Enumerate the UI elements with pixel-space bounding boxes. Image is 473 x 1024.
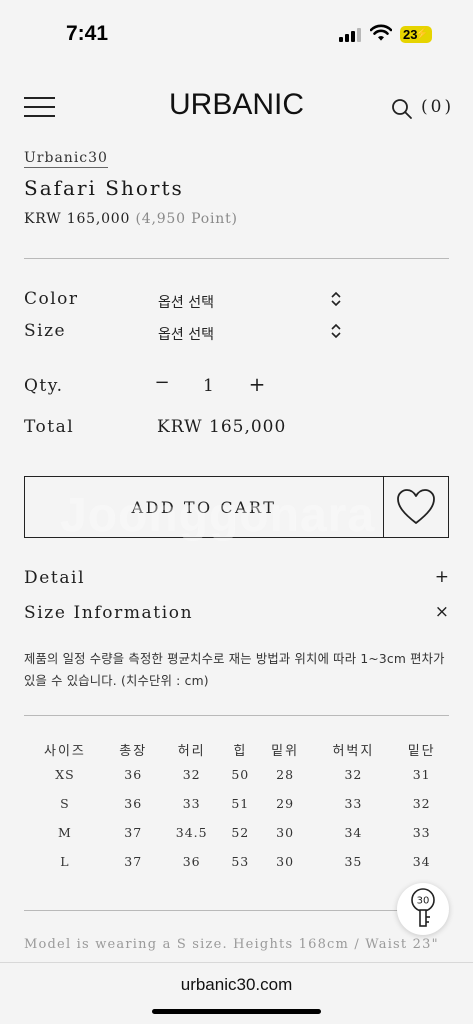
table-row: L 37 36 53 30 35 34	[24, 847, 449, 876]
table-cell: 29	[276, 796, 295, 811]
expand-icon: +	[434, 567, 449, 587]
model-size-note: Model is wearing a S size. Heights 168cm…	[24, 937, 439, 952]
chevron-up-down-icon	[331, 323, 341, 339]
table-cell: 34.5	[175, 825, 208, 840]
brand-link[interactable]: Urbanic30	[24, 150, 108, 168]
chevron-up-down-icon	[331, 291, 341, 307]
table-row: XS 36 32 50 28 32 31	[24, 760, 449, 789]
battery-indicator: 23 ⚡	[400, 26, 432, 43]
table-cell: 33	[344, 796, 363, 811]
table-cell: 37	[124, 825, 143, 840]
qty-increase-button[interactable]: +	[248, 372, 266, 396]
heart-icon	[397, 489, 435, 524]
table-cell: 36	[182, 854, 201, 869]
table-cell: 32	[182, 767, 201, 782]
status-time: 7:41	[66, 22, 109, 45]
detail-accordion[interactable]: Detail +	[24, 567, 449, 592]
table-cell: S	[60, 796, 70, 811]
add-to-cart-button[interactable]: ADD TO CART	[24, 476, 384, 538]
home-indicator	[152, 1009, 321, 1014]
key-icon: 30	[411, 888, 435, 927]
total-value: KRW 165,000	[157, 417, 287, 437]
table-cell: XS	[55, 767, 75, 782]
table-cell: 32	[412, 796, 431, 811]
column-header: 허벅지	[332, 743, 375, 759]
table-cell: 30	[276, 825, 295, 840]
divider	[24, 715, 449, 716]
color-label: Color	[24, 289, 79, 309]
column-header: 밑단	[407, 743, 436, 759]
size-information-accordion[interactable]: Size Information ×	[24, 602, 449, 627]
cart-count-button[interactable]: (0)	[421, 97, 454, 117]
column-header: 힙	[233, 743, 248, 759]
size-select[interactable]: 옵션 선택	[158, 321, 343, 345]
qty-value: 1	[203, 376, 214, 396]
column-header: 허리	[177, 743, 206, 759]
table-cell: 33	[182, 796, 201, 811]
size-table: 사이즈 총장 허리 힙 밑위 허벅지 밑단 XS 36 32 50 28 32 …	[24, 738, 449, 876]
charging-bolt-icon: ⚡	[415, 28, 429, 40]
wishlist-button[interactable]	[383, 476, 449, 538]
detail-label: Detail	[24, 568, 86, 588]
status-bar: 7:41 23 ⚡	[0, 0, 473, 70]
size-select-value: 옵션 선택	[158, 327, 214, 343]
table-cell: 32	[344, 767, 363, 782]
size-info-description: 제품의 일정 수량을 측정한 평균치수로 재는 방법과 위치에 따라 1~3cm…	[24, 652, 445, 688]
divider	[24, 258, 449, 259]
size-label: Size	[24, 321, 67, 341]
table-cell: L	[60, 854, 70, 869]
table-cell: 34	[412, 854, 431, 869]
table-cell: 53	[231, 854, 250, 869]
color-select-value: 옵션 선택	[158, 295, 214, 311]
column-header: 총장	[119, 743, 148, 759]
wifi-icon	[370, 24, 392, 41]
table-cell: 30	[276, 854, 295, 869]
table-cell: 31	[412, 767, 431, 782]
table-cell: 51	[231, 796, 250, 811]
color-select[interactable]: 옵션 선택	[158, 289, 343, 313]
table-cell: 28	[276, 767, 295, 782]
table-row: M 37 34.5 52 30 34 33	[24, 818, 449, 847]
divider	[24, 910, 449, 911]
total-label: Total	[24, 417, 75, 437]
cellular-signal-icon	[339, 28, 363, 42]
floating-button-label: 30	[417, 896, 430, 907]
size-table-header: 사이즈 총장 허리 힙 밑위 허벅지 밑단	[24, 738, 449, 760]
product-price: KRW 165,000	[24, 211, 131, 227]
table-cell: 36	[124, 796, 143, 811]
product-price-line: KRW 165,000 (4,950 Point)	[24, 211, 238, 227]
size-information-label: Size Information	[24, 603, 194, 623]
column-header: 사이즈	[44, 743, 86, 759]
table-cell: M	[58, 825, 72, 840]
floating-key-button[interactable]: 30	[397, 883, 449, 935]
table-cell: 50	[231, 767, 250, 782]
browser-bottom-bar: urbanic30.com	[0, 962, 473, 1024]
table-cell: 37	[124, 854, 143, 869]
product-title: Safari Shorts	[24, 176, 184, 200]
table-cell: 52	[231, 825, 250, 840]
column-header: 밑위	[271, 743, 300, 759]
qty-decrease-button[interactable]: −	[153, 372, 171, 396]
table-cell: 33	[412, 825, 431, 840]
table-cell: 35	[344, 854, 363, 869]
table-cell: 34	[344, 825, 363, 840]
close-icon: ×	[434, 602, 449, 622]
address-bar-url[interactable]: urbanic30.com	[0, 975, 473, 995]
table-cell: 36	[124, 767, 143, 782]
product-points: (4,950 Point)	[135, 211, 238, 227]
table-row: S 36 33 51 29 33 32	[24, 789, 449, 818]
search-icon[interactable]	[391, 98, 413, 120]
qty-label: Qty.	[24, 376, 64, 396]
